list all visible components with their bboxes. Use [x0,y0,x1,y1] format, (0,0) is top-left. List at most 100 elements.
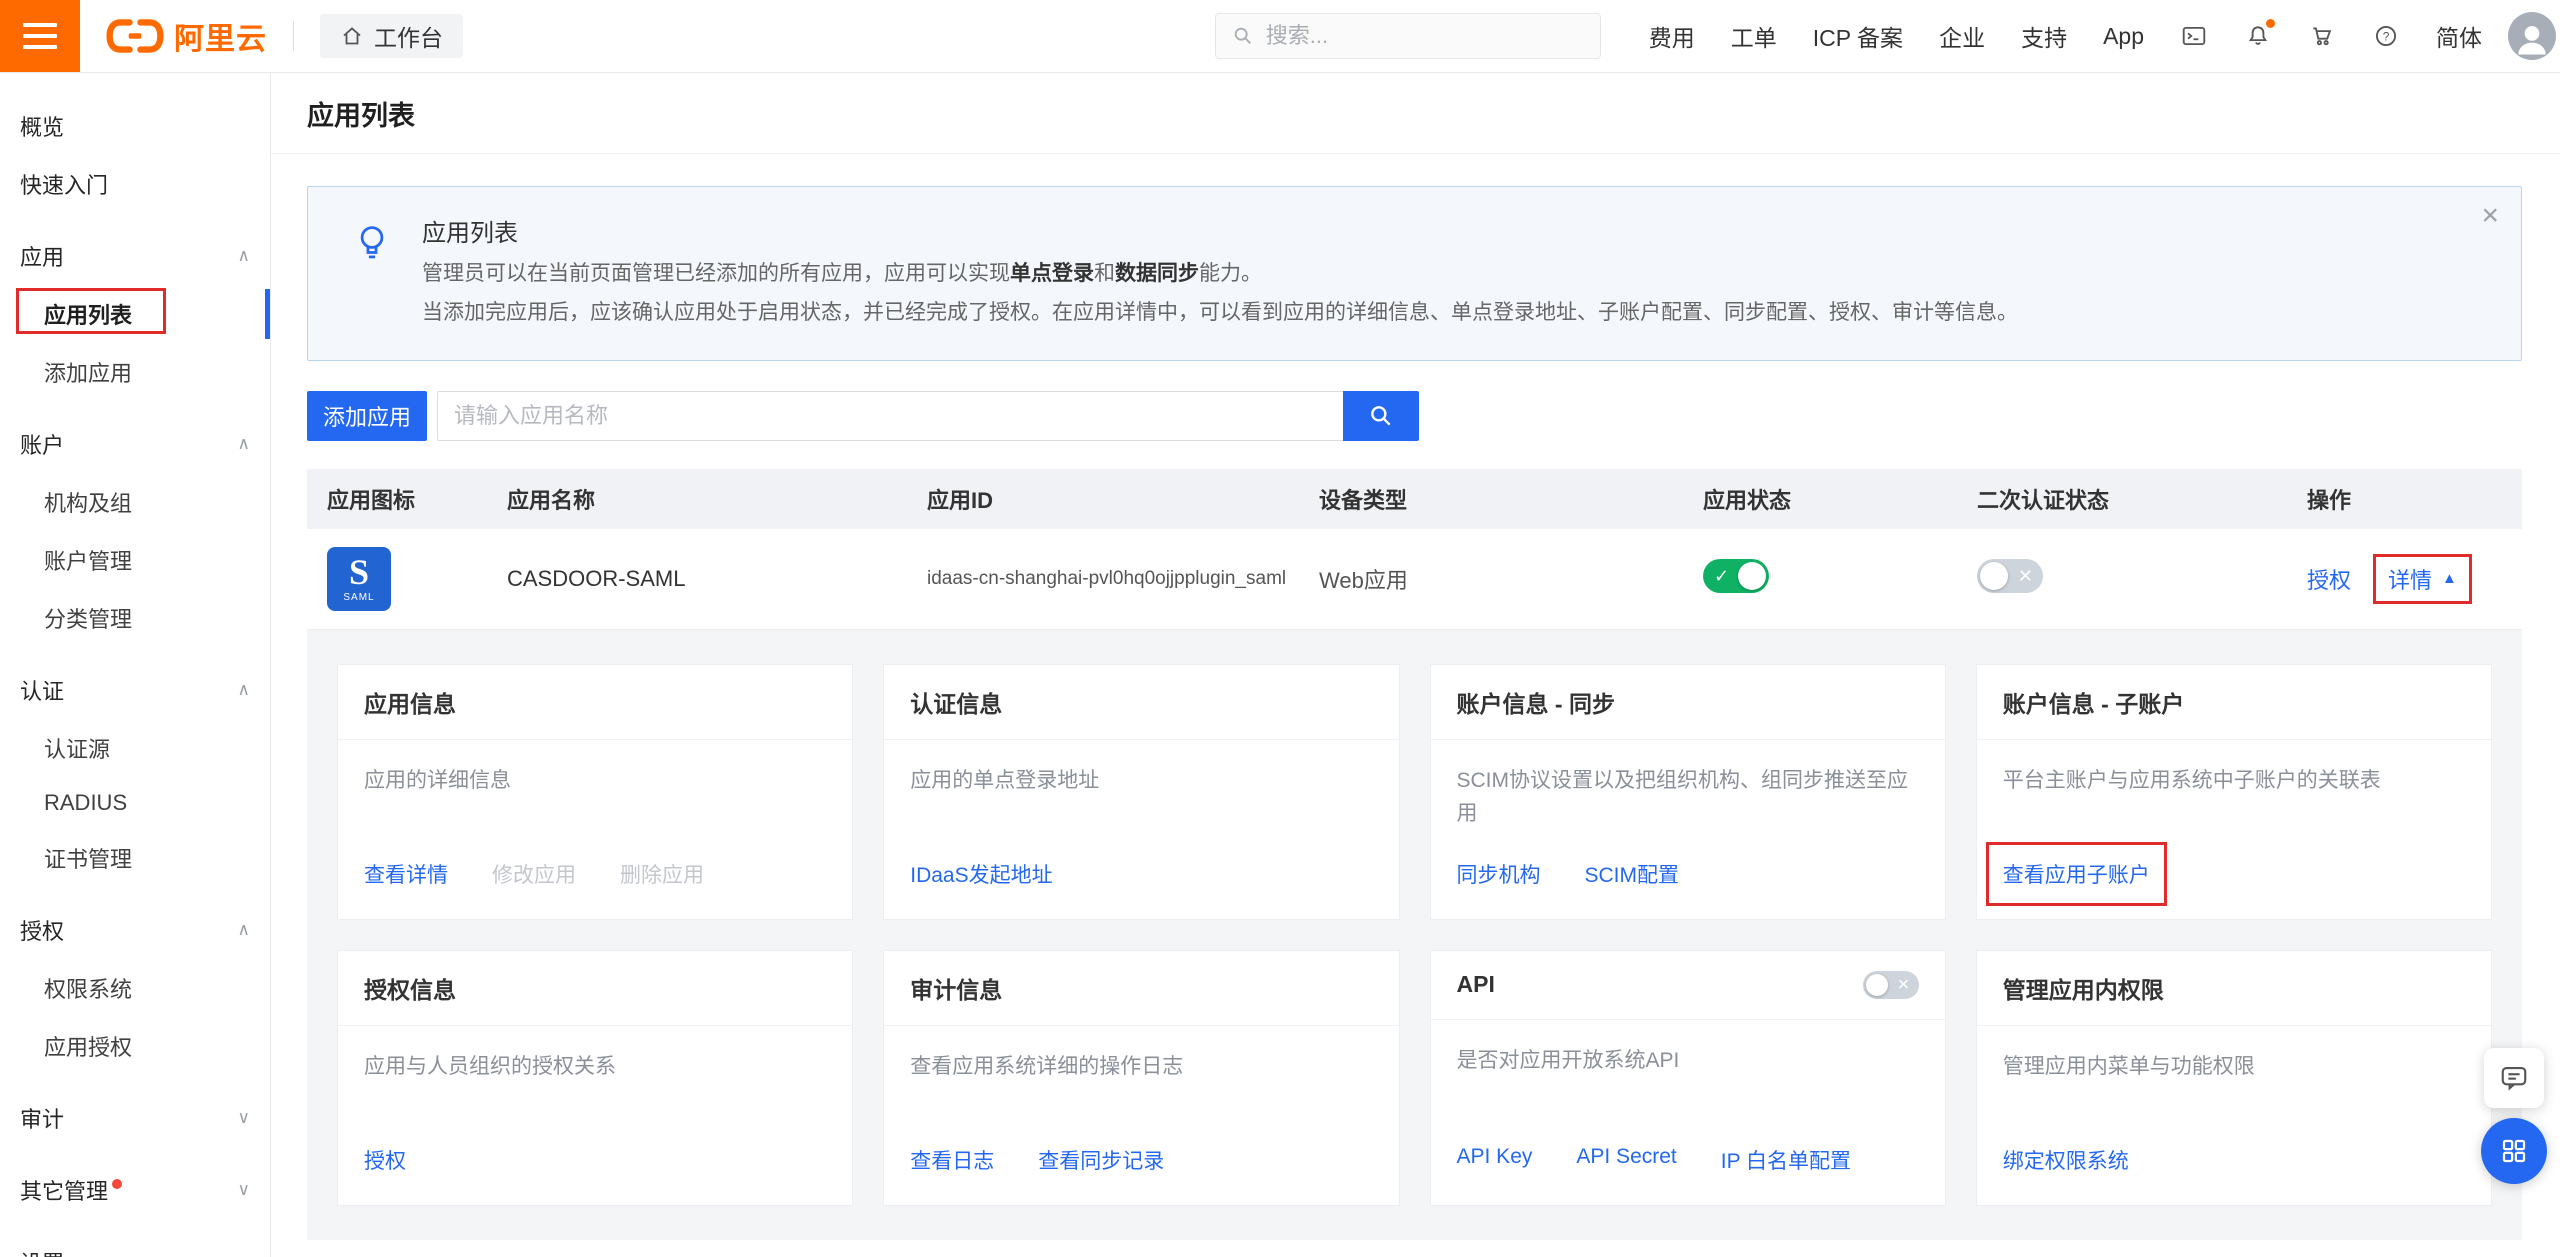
home-icon [340,24,364,48]
card-authentication-info: 认证信息 应用的单点登录地址 IDaaS发起地址 [883,664,1399,920]
toggle-knob [1980,562,2008,590]
mfa-status-toggle[interactable]: ✕ [1977,559,2043,593]
card-title: API [1457,971,1495,998]
card-desc: 查看应用系统详细的操作日志 [910,1050,1372,1084]
view-logs-link[interactable]: 查看日志 [910,1145,994,1175]
view-details-link[interactable]: 查看详情 [364,859,448,889]
sidebar-item-add-app[interactable]: 添加应用 [0,343,270,401]
sidebar-group-settings[interactable]: 设置 ∨ [0,1233,270,1257]
sidebar-item-radius[interactable]: RADIUS [0,777,270,829]
sidebar-item-org-groups[interactable]: 机构及组 [0,473,270,531]
cart-icon[interactable] [2308,22,2336,50]
nav-billing[interactable]: 费用 [1649,19,1695,53]
sidebar-group-authentication[interactable]: 认证 ∧ [0,661,270,719]
sidebar-item-quick-start[interactable]: 快速入门 [0,155,270,213]
app-detail-panel: 应用信息 应用的详细信息 查看详情 修改应用 删除应用 [307,630,2522,1240]
item-label: 账户管理 [44,549,132,574]
sidebar-group-accounts[interactable]: 账户 ∧ [0,415,270,473]
card-authorization-info: 授权信息 应用与人员组织的授权关系 授权 [337,950,853,1206]
workbench-button[interactable]: 工作台 [320,14,463,58]
banner-line-1: 管理员可以在当前页面管理已经添加的所有应用，应用可以实现单点登录和数据同步能力。 [422,256,2018,293]
card-app-info: 应用信息 应用的详细信息 查看详情 修改应用 删除应用 [337,664,853,920]
sync-org-link[interactable]: 同步机构 [1457,859,1541,889]
help-icon[interactable]: ? [2372,22,2400,50]
sidebar-item-permission-systems[interactable]: 权限系统 [0,959,270,1017]
card-title: 账户信息 - 子账户 [2003,685,2184,719]
sidebar-group-audit[interactable]: 审计 ∨ [0,1089,270,1147]
page-header: 应用列表 [271,73,2560,154]
lightbulb-icon [350,221,394,265]
item-label: 添加应用 [44,361,132,386]
authorize-link[interactable]: 授权 [364,1145,406,1175]
column-header-app-status: 应用状态 [1683,483,1957,515]
app-name-search-input[interactable] [437,391,1343,441]
view-sync-records-link[interactable]: 查看同步记录 [1038,1145,1164,1175]
close-icon[interactable]: × [2481,201,2499,231]
sidebar-item-app-list[interactable]: 应用列表 [0,285,270,343]
sidebar-item-cert-mgmt[interactable]: 证书管理 [0,829,270,887]
cross-icon: ✕ [1897,977,1910,992]
bind-permission-system-link[interactable]: 绑定权限系统 [2003,1145,2129,1175]
idaas-sso-url-link[interactable]: IDaaS发起地址 [910,859,1052,889]
global-search-input[interactable] [1264,22,1584,50]
hamburger-menu-button[interactable] [0,0,80,72]
nav-support[interactable]: 支持 [2021,19,2067,53]
idaas-console-screen: 阿里云 工作台 费用 工单 ICP 备案 企业 支持 App [0,0,2560,1257]
person-icon [2510,16,2554,60]
delete-app-link: 删除应用 [620,859,704,889]
avatar[interactable] [2508,12,2556,60]
add-app-button[interactable]: 添加应用 [307,391,427,441]
item-label: 认证源 [44,737,110,762]
chevron-up-icon: ∧ [238,920,250,940]
card-desc: 是否对应用开放系统API [1457,1044,1919,1078]
api-key-link[interactable]: API Key [1457,1145,1533,1175]
scim-config-link[interactable]: SCIM配置 [1585,859,1680,889]
nav-tickets[interactable]: 工单 [1731,19,1777,53]
app-status-toggle[interactable]: ✓ [1703,559,1769,593]
content: 应用列表 管理员可以在当前页面管理已经添加的所有应用，应用可以实现单点登录和数据… [271,154,2560,1257]
card-desc: 应用的详细信息 [364,764,826,798]
global-search[interactable] [1215,13,1601,59]
card-title: 认证信息 [910,685,1002,719]
sidebar-item-auth-sources[interactable]: 认证源 [0,719,270,777]
group-label: 设置 [20,1246,64,1257]
card-title: 管理应用内权限 [2003,971,2164,1005]
card-account-sync: 账户信息 - 同步 SCIM协议设置以及把组织机构、组同步推送至应用 同步机构 … [1430,664,1946,920]
group-label: 账户 [20,428,64,460]
sidebar-group-other-mgmt[interactable]: 其它管理 ∨ [0,1161,270,1219]
sidebar-item-overview[interactable]: 概览 [0,97,270,155]
item-label: 证书管理 [44,847,132,872]
detail-button[interactable]: 详情 [2388,563,2432,595]
item-label: 应用列表 [44,303,132,328]
sidebar-group-authorization[interactable]: 授权 ∧ [0,901,270,959]
view-sub-accounts-link[interactable]: 查看应用子账户 [2003,859,2150,889]
pagination: 共 1 条 ‹ 1 › 10 条/页 ∨ 跳至 页 [307,1240,2522,1257]
nav-icp[interactable]: ICP 备案 [1813,19,1903,53]
check-icon: ✓ [1714,567,1729,585]
sidebar-item-account-mgmt[interactable]: 账户管理 [0,531,270,589]
authorize-button[interactable]: 授权 [2307,563,2351,595]
sidebar-item-category-mgmt[interactable]: 分类管理 [0,589,270,647]
nav-app[interactable]: App [2103,23,2144,50]
sidebar-item-app-authorization[interactable]: 应用授权 [0,1017,270,1075]
nav-enterprise[interactable]: 企业 [1939,19,1985,53]
feedback-chat-button[interactable] [2484,1048,2544,1108]
api-toggle[interactable]: ✕ [1863,971,1919,999]
app-table: 应用图标 应用名称 应用ID 设备类型 应用状态 二次认证状态 操作 S SAM… [307,469,2522,1240]
ip-whitelist-link[interactable]: IP 白名单配置 [1721,1145,1851,1175]
console-icon[interactable] [2180,22,2208,50]
api-secret-link[interactable]: API Secret [1576,1145,1676,1175]
sidebar-group-apps[interactable]: 应用 ∧ [0,227,270,285]
group-label: 授权 [20,914,64,946]
info-banner: 应用列表 管理员可以在当前页面管理已经添加的所有应用，应用可以实现单点登录和数据… [307,186,2522,361]
bell-icon[interactable] [2244,22,2272,50]
app-toolbar: 添加应用 [307,391,2522,441]
annotation-box-detail: 详情 ▲ [2373,554,2472,604]
chevron-down-icon: ∨ [238,1180,250,1200]
search-button[interactable] [1343,391,1419,441]
alibaba-cloud-logo[interactable]: 阿里云 [106,14,267,58]
card-sub-accounts: 账户信息 - 子账户 平台主账户与应用系统中子账户的关联表 查看应用子账户 [1976,664,2492,920]
group-label: 审计 [20,1102,64,1134]
language-switcher[interactable]: 简体 [2436,19,2482,53]
survey-widget-button[interactable] [2481,1118,2547,1184]
